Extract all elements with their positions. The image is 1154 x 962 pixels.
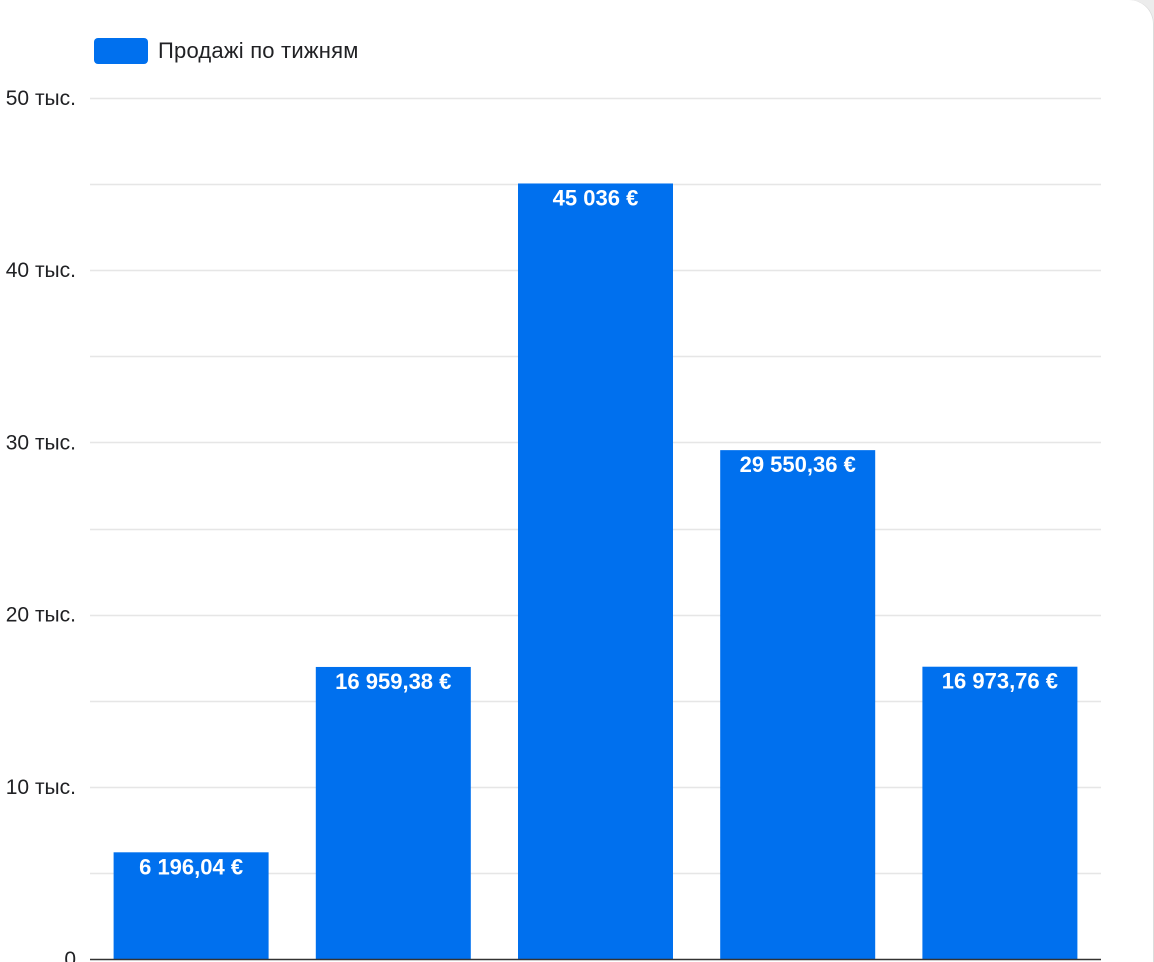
bar-data-label: 16 973,76 € xyxy=(942,669,1058,694)
bar[interactable] xyxy=(720,450,876,959)
bar-data-label: 16 959,38 € xyxy=(335,669,451,694)
bar-chart: 0 10 тыс. 20 тыс. 30 тыс. 40 тыс. 50 тыс. 6 19… xyxy=(6,87,1101,962)
y-tick-label: 30 тыс. xyxy=(6,431,76,454)
bar[interactable] xyxy=(315,666,471,959)
y-tick-label: 40 тыс. xyxy=(6,259,76,282)
chart-card: Продажі по тижням 0 10 тыс. 20 тыс. 30 тыс.… xyxy=(0,0,1154,962)
bar-data-label: 6 196,04 € xyxy=(139,854,243,879)
y-tick-label: 10 тыс. xyxy=(6,776,76,799)
bar[interactable] xyxy=(922,666,1078,959)
bar-data-label: 45 036 € xyxy=(553,185,639,210)
bar-data-label: 29 550,36 € xyxy=(740,452,856,477)
bar[interactable] xyxy=(518,183,673,959)
y-tick-label: 20 тыс. xyxy=(6,604,76,627)
y-tick-label: 0 xyxy=(64,948,76,962)
y-tick-label: 50 тыс. xyxy=(6,87,76,110)
